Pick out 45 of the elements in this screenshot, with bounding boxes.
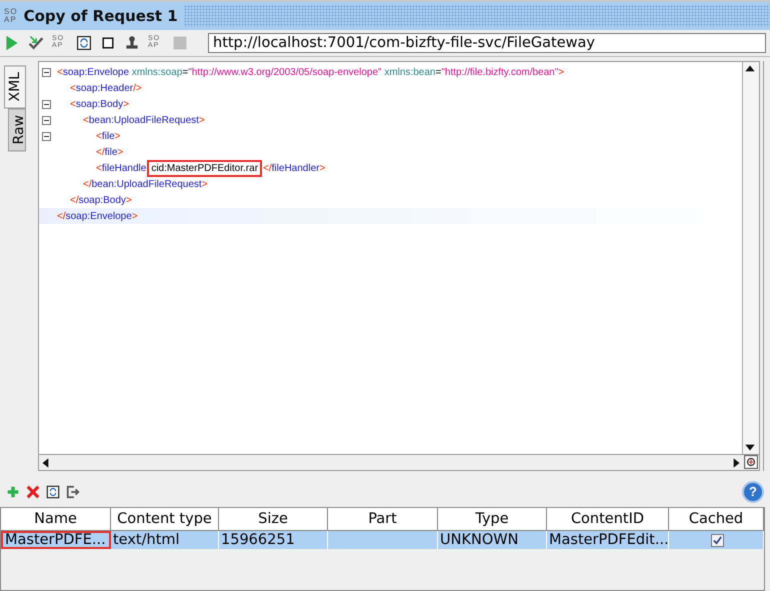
soap-icon: SO AP: [4, 8, 18, 24]
column-header[interactable]: Size: [219, 508, 328, 530]
url-field[interactable]: http://localhost:7001/com-bizfty-file-svc/FileGateway: [208, 33, 766, 53]
column-header[interactable]: Content type: [111, 508, 219, 530]
table-cell: 15966251: [219, 531, 328, 549]
cached-checkbox[interactable]: [710, 534, 724, 546]
table-cell: UNKNOWN: [438, 531, 547, 549]
code-line: <soap:Envelope xmlns:soap="http://www.w3.org/2003/05/soap-envelope" xmlns:bean="http://file.bizfty.com/bean">: [57, 66, 564, 78]
check-arrow-icon[interactable]: [28, 35, 44, 51]
column-header[interactable]: Name: [1, 508, 111, 530]
code-line: <bean:UploadFileRequest>: [83, 114, 205, 126]
code-line: <fileHandle: [96, 162, 146, 174]
collapse-icon[interactable]: [42, 68, 50, 76]
column-header[interactable]: ContentID: [547, 508, 669, 530]
code-line: <file>: [96, 130, 120, 142]
collapse-icon[interactable]: [42, 132, 50, 140]
highlighted-text: cid:MasterPDFEditor.rar: [149, 162, 260, 174]
collapse-icon[interactable]: [42, 116, 50, 124]
table-cell: text/html: [111, 531, 219, 549]
code-line: </soap:Body>: [70, 194, 132, 206]
code-line: <soap:Header/>: [70, 82, 142, 94]
code-line: </soap:Envelope>: [57, 210, 138, 222]
table-cell: MasterPDFEdit...: [547, 531, 669, 549]
column-header[interactable]: Type: [438, 508, 547, 530]
vertical-scrollbar[interactable]: [742, 62, 759, 454]
zoom-icon[interactable]: [744, 455, 758, 469]
collapse-icon[interactable]: [42, 100, 50, 108]
editor-tab[interactable]: XML: [4, 65, 26, 108]
refresh-icon[interactable]: [76, 35, 92, 51]
table-cell: MasterPDFE...: [1, 531, 111, 549]
square-icon[interactable]: [100, 35, 116, 51]
export-icon[interactable]: [66, 485, 80, 499]
refresh-icon[interactable]: [46, 485, 60, 499]
window-title: Copy of Request 1: [24, 7, 178, 25]
help-button[interactable]: ?: [742, 481, 764, 503]
code-line: </fileHandler>: [263, 162, 326, 174]
delete-icon[interactable]: [26, 485, 40, 499]
column-header[interactable]: Part: [328, 508, 438, 530]
code-line: <soap:Body>: [70, 98, 129, 110]
code-line: </bean:UploadFileRequest>: [83, 178, 208, 190]
table-row[interactable]: MasterPDFE... text/html 15966251 UNKNOWN MasterPDFEdit...: [1, 531, 764, 549]
code-line: </file>: [96, 146, 124, 158]
editor-tab[interactable]: Raw: [8, 108, 26, 152]
column-header[interactable]: Cached: [669, 508, 764, 530]
stamp-icon[interactable]: [124, 35, 140, 51]
